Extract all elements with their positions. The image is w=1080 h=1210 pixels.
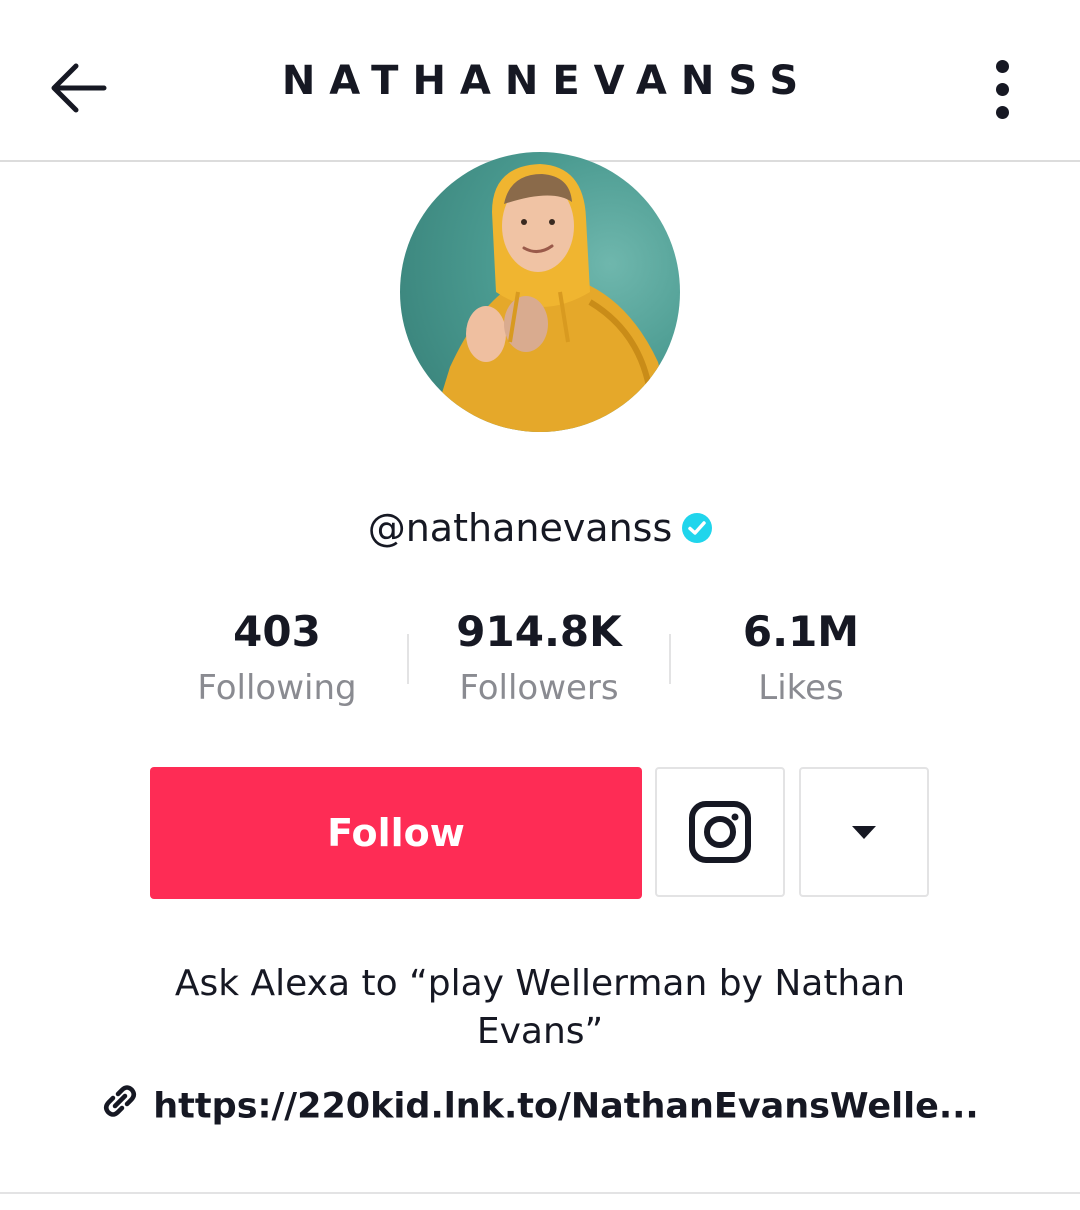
header-bar: NATHANEVANSS <box>0 0 1080 162</box>
followers-count: 914.8K <box>456 607 622 656</box>
stat-divider <box>669 634 671 684</box>
vertical-dots-icon <box>995 60 1009 73</box>
bio-link-text: https://220kid.lnk.to/NathanEvansWelle..… <box>153 1086 979 1127</box>
bio-link[interactable]: https://220kid.lnk.to/NathanEvansWelle..… <box>0 1084 1080 1131</box>
stat-divider <box>407 634 409 684</box>
follow-button[interactable]: Follow <box>150 767 642 899</box>
following-count: 403 <box>233 607 321 656</box>
bio-text: Ask Alexa to “play Wellerman by Nathan E… <box>174 963 906 1052</box>
page-title: NATHANEVANSS <box>281 58 813 104</box>
more-menu-button[interactable] <box>986 56 1018 120</box>
username: @nathanevanss <box>367 506 673 550</box>
avatar[interactable] <box>400 152 680 432</box>
profile-stats: 403 Following 914.8K Followers 6.1M Like… <box>0 604 1080 724</box>
stat-likes[interactable]: 6.1M Likes <box>671 604 931 708</box>
followers-label: Followers <box>459 668 619 708</box>
stat-followers[interactable]: 914.8K Followers <box>409 604 669 708</box>
link-icon <box>101 1082 139 1129</box>
instagram-icon <box>689 801 751 863</box>
profile-photo <box>430 164 675 432</box>
likes-label: Likes <box>758 668 844 708</box>
username-row: @nathanevanss <box>0 506 1080 550</box>
verified-badge-icon <box>682 512 713 543</box>
likes-count: 6.1M <box>742 607 860 656</box>
following-label: Following <box>197 668 357 708</box>
stat-following[interactable]: 403 Following <box>147 604 407 708</box>
more-options-button[interactable] <box>799 767 929 897</box>
caret-down-icon <box>852 826 876 839</box>
section-divider <box>0 1192 1080 1194</box>
instagram-button[interactable] <box>655 767 785 897</box>
